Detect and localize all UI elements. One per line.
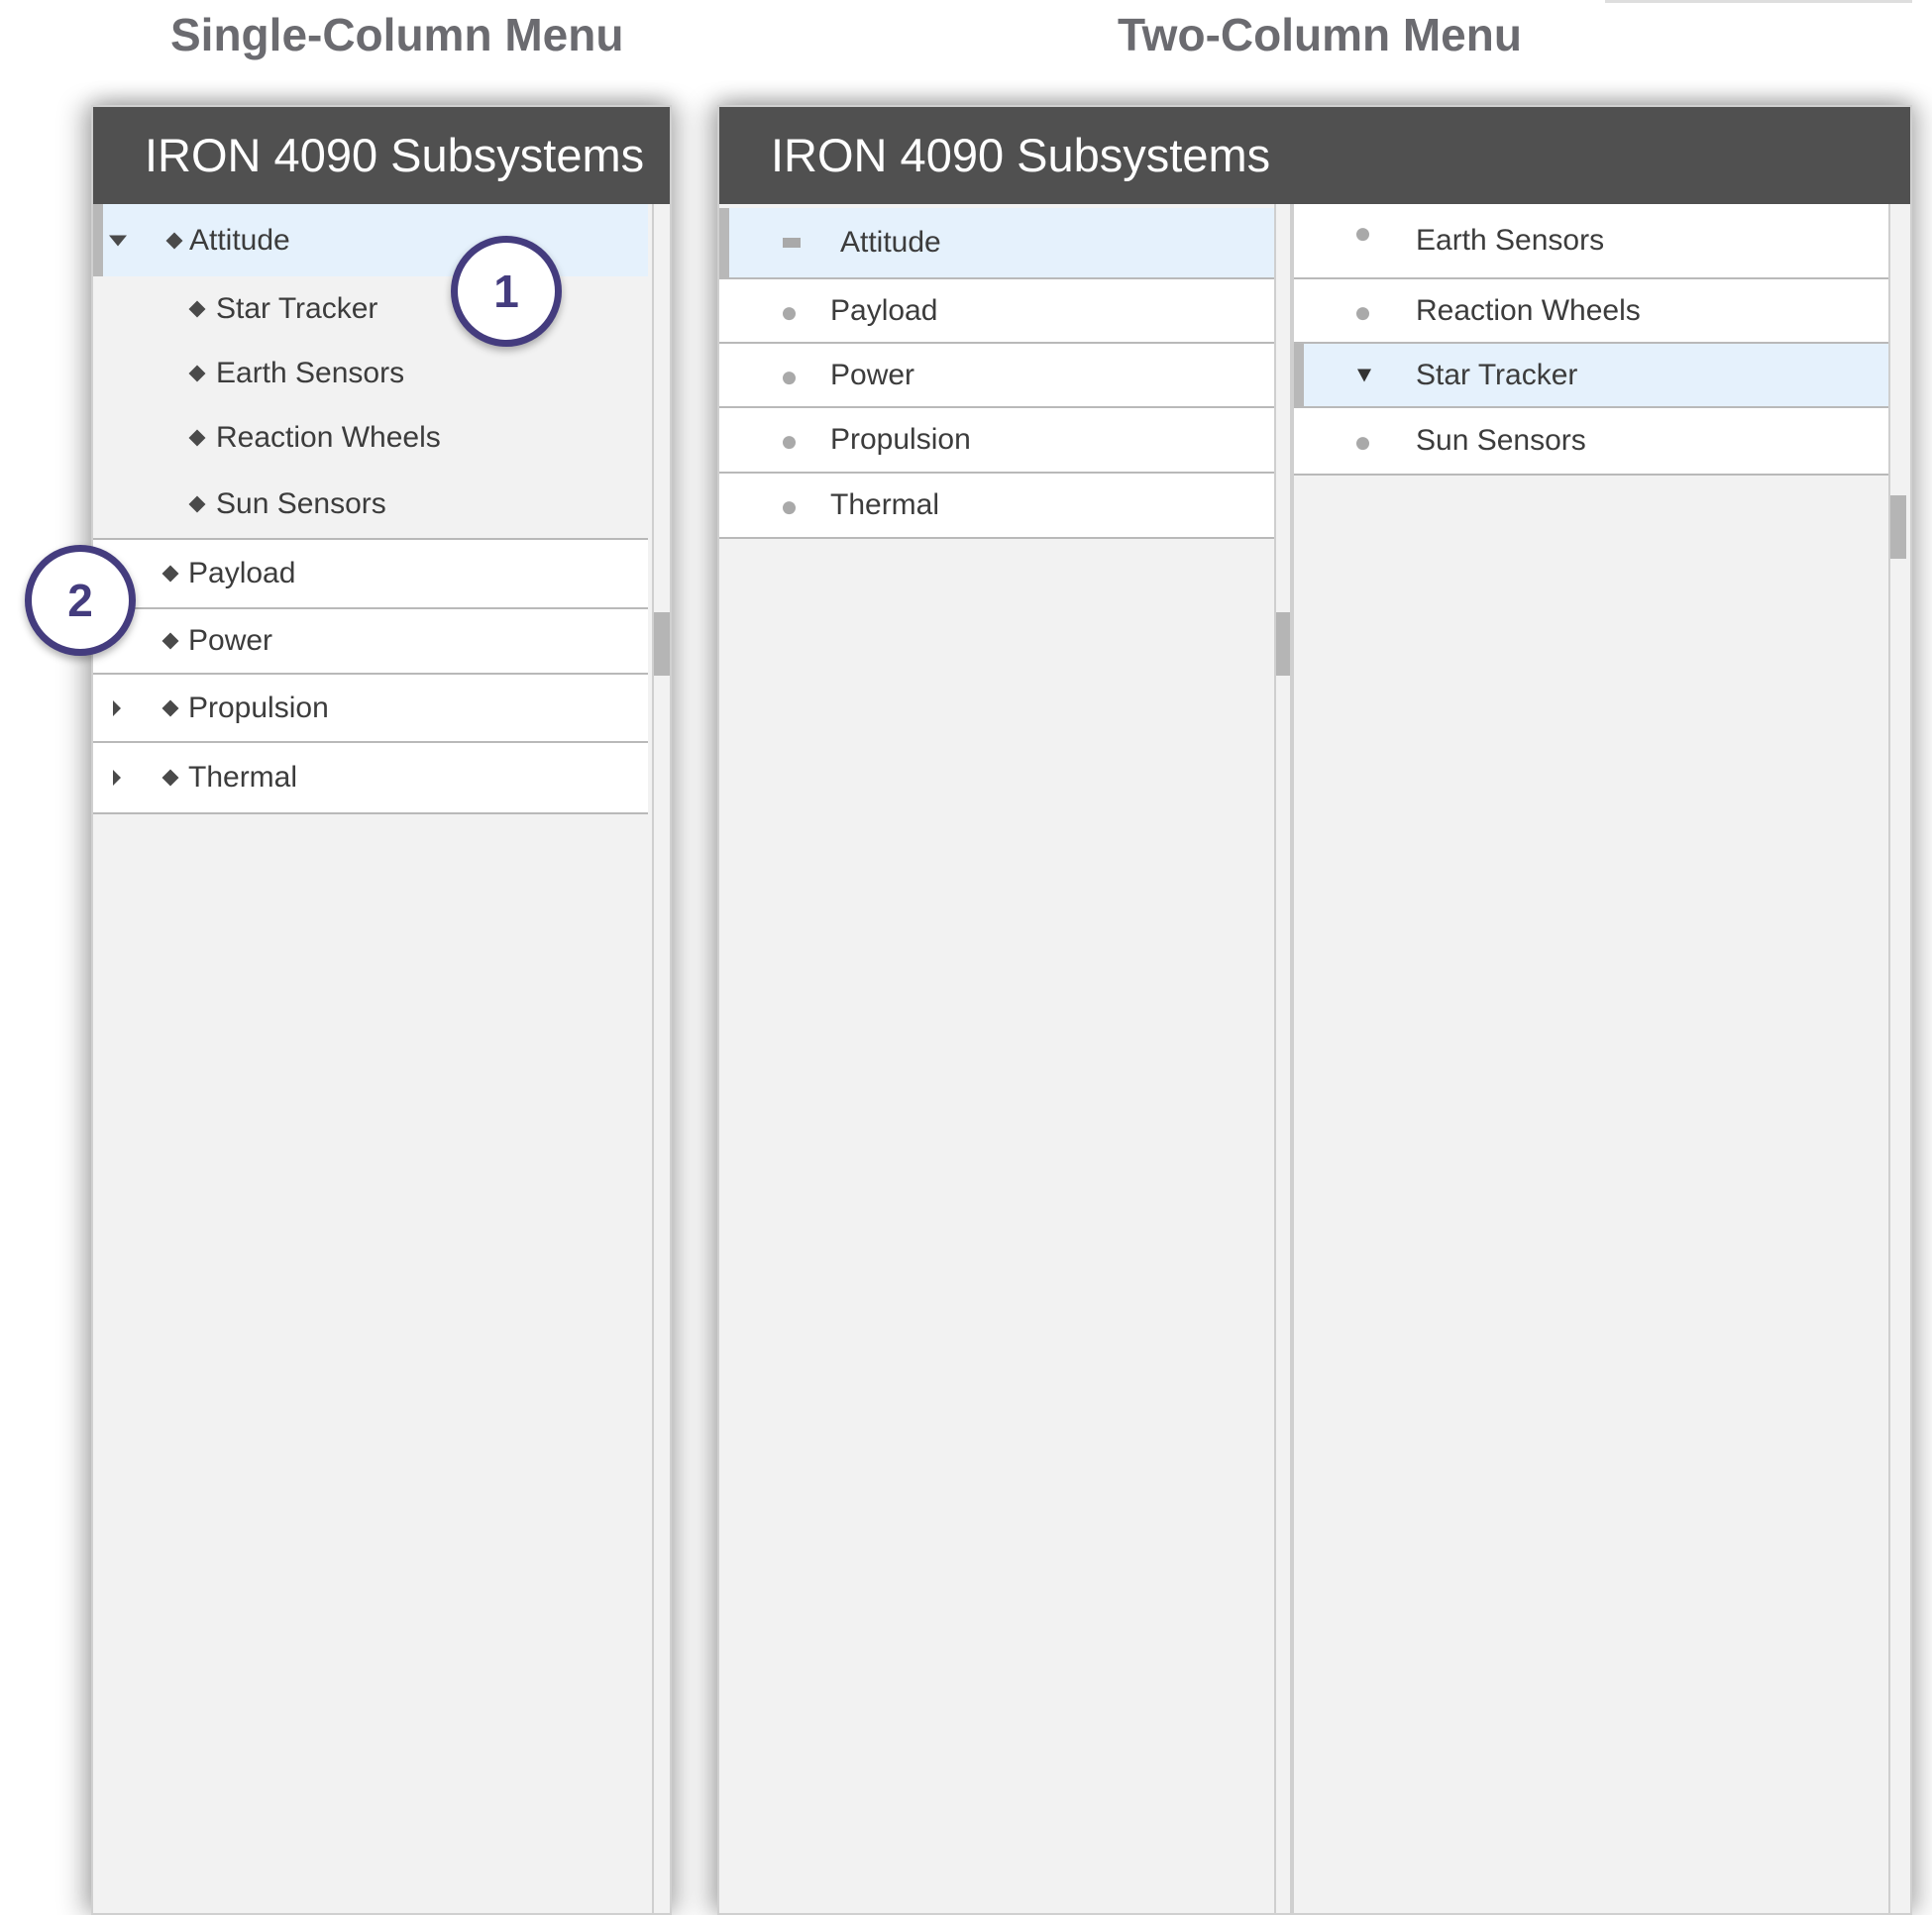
menu-item-label: Thermal [188, 761, 298, 794]
menu-item-label: Power [188, 624, 273, 657]
collapsed-arrow-icon[interactable] [113, 699, 121, 716]
two-column-menu: IRON 4090 Subsystems Attitude Payload Po… [717, 105, 1912, 1915]
menu-item-propulsion[interactable]: Propulsion [93, 675, 648, 743]
column-divider [1292, 204, 1294, 1913]
menu-list: Attitude Star Tracker Earth Sensors Reac… [93, 204, 648, 1913]
submenu-item-star-tracker[interactable]: Star Tracker [93, 276, 648, 341]
diamond-icon [188, 300, 206, 317]
diamond-icon [165, 232, 183, 249]
callout-marker-1: 1 [451, 236, 562, 347]
bullet-icon [783, 436, 796, 450]
menu-item-payload[interactable]: Payload [93, 540, 648, 609]
child-list-scrollbar[interactable] [1888, 204, 1906, 1913]
menu-item-label: Payload [188, 557, 296, 589]
diamond-icon [161, 565, 179, 583]
expand-arrow-icon[interactable] [1357, 369, 1371, 381]
single-column-caption: Single-Column Menu [170, 9, 624, 60]
menu-item-star-tracker[interactable]: Star Tracker [1294, 344, 1888, 408]
menu-item-label: Sun Sensors [1416, 424, 1586, 457]
menu-item-reaction-wheels[interactable]: Reaction Wheels [1294, 279, 1888, 344]
bullet-icon [1356, 437, 1369, 451]
menu-item-label: Sun Sensors [216, 486, 386, 520]
menu-header: IRON 4090 Subsystems [93, 107, 670, 204]
menu-item-power[interactable]: Power [93, 609, 648, 675]
menu-item-thermal[interactable]: Thermal [719, 474, 1274, 539]
menu-item-label: Propulsion [830, 423, 971, 456]
menu-item-label: Payload [830, 293, 938, 327]
diamond-icon [188, 429, 206, 446]
menu-item-attitude[interactable]: Attitude [93, 204, 648, 276]
menu-item-thermal[interactable]: Thermal [93, 743, 648, 814]
menu-item-attitude[interactable]: Attitude [719, 208, 1274, 279]
diamond-icon [188, 495, 206, 512]
child-list: Earth Sensors Reaction Wheels Star Track… [1294, 204, 1888, 1913]
menu-item-label: Earth Sensors [216, 356, 405, 389]
bullet-icon [1356, 306, 1369, 320]
menu-header: IRON 4090 Subsystems [719, 107, 1910, 204]
menu-item-label: Reaction Wheels [216, 420, 441, 454]
menu-item-propulsion[interactable]: Propulsion [719, 408, 1274, 474]
diamond-icon [188, 365, 206, 381]
menu-item-label: Star Tracker [1416, 358, 1578, 391]
menu-item-label: Thermal [830, 488, 940, 521]
menu-item-power[interactable]: Power [719, 344, 1274, 408]
selected-dash-icon [783, 238, 801, 248]
scrollbar-thumb[interactable] [654, 612, 670, 676]
menu-item-label: Attitude [189, 223, 290, 257]
menu-item-label: Power [830, 358, 915, 391]
diamond-icon [161, 632, 179, 650]
bullet-icon [783, 371, 796, 384]
menu-item-earth-sensors[interactable]: Earth Sensors [1294, 204, 1888, 279]
menu-item-payload[interactable]: Payload [719, 279, 1274, 344]
diamond-icon [161, 699, 179, 716]
menu-item-sun-sensors[interactable]: Sun Sensors [1294, 408, 1888, 476]
bullet-icon [783, 501, 796, 515]
expanded-arrow-icon[interactable] [109, 235, 127, 246]
scrollbar-thumb[interactable] [1276, 612, 1290, 676]
menu-item-label: Reaction Wheels [1416, 293, 1641, 327]
window-edge [1605, 0, 1912, 3]
parent-list-scrollbar[interactable] [1274, 204, 1292, 1913]
bullet-icon [1356, 228, 1369, 242]
scrollbar-thumb[interactable] [1890, 495, 1906, 559]
menu-item-label: Attitude [840, 226, 941, 259]
menu-title: IRON 4090 Subsystems [145, 129, 645, 181]
single-column-menu: IRON 4090 Subsystems Attitude Star Track… [91, 105, 672, 1915]
collapsed-arrow-icon[interactable] [113, 770, 121, 786]
menu-title: IRON 4090 Subsystems [771, 129, 1271, 181]
submenu-item-reaction-wheels[interactable]: Reaction Wheels [93, 405, 648, 470]
bullet-icon [783, 306, 796, 320]
parent-list: Attitude Payload Power Propulsion Therma… [719, 204, 1274, 1913]
submenu-item-earth-sensors[interactable]: Earth Sensors [93, 341, 648, 405]
menu-item-label: Earth Sensors [1416, 224, 1605, 257]
menu-item-label: Propulsion [188, 691, 329, 724]
menu-item-label: Star Tracker [216, 291, 378, 325]
diamond-icon [161, 769, 179, 787]
two-column-caption: Two-Column Menu [1118, 9, 1522, 60]
submenu-item-sun-sensors[interactable]: Sun Sensors [93, 470, 648, 540]
callout-marker-2: 2 [25, 545, 136, 656]
scrollbar[interactable] [652, 204, 670, 1913]
